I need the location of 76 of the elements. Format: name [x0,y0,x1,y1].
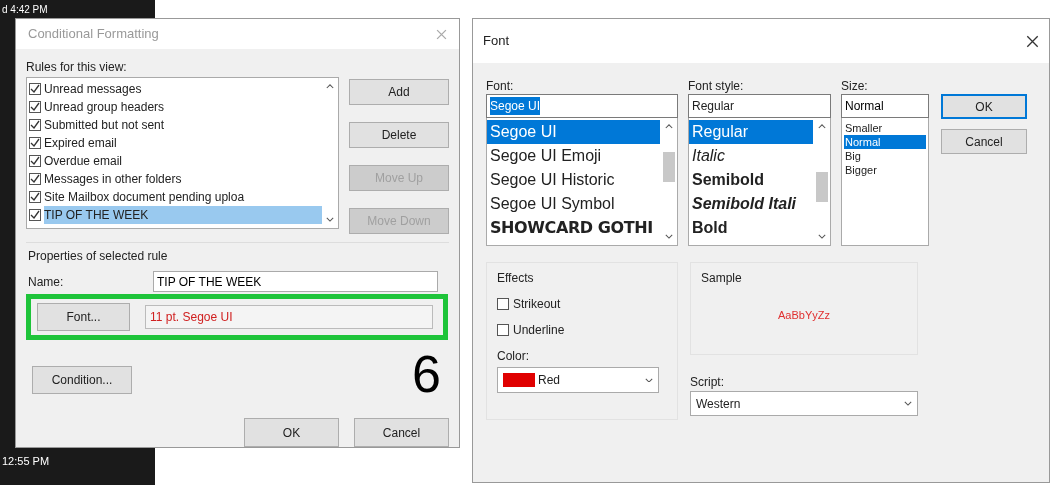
dialog-button[interactable]: Condition... [32,366,132,394]
section-label: Properties of selected rule [27,248,169,265]
effect-checkbox[interactable] [497,298,509,310]
rule-checkbox[interactable] [29,137,41,149]
text-field[interactable]: Regular [688,94,831,118]
list-item[interactable]: Smaller [844,121,926,135]
rule-item[interactable]: Unread group headers [29,98,322,116]
dialog-button[interactable]: Cancel [941,129,1027,154]
list-item[interactable]: Semibold [689,168,813,192]
rule-checkbox[interactable] [29,119,41,131]
text-field[interactable]: Segoe UI [486,94,678,118]
checkbox-label: Underline [513,322,565,339]
name-field[interactable]: TIP OF THE WEEK [153,271,438,292]
effect-checkbox[interactable] [497,324,509,336]
rule-item[interactable]: Site Mailbox document pending uploa [29,188,322,206]
list-item[interactable]: SHOWCARD GOTHI [487,216,660,240]
dialog-button[interactable]: OK [244,418,339,447]
field-label: Name: [27,273,65,291]
list-item[interactable]: Semibold Itali [689,192,813,216]
scroll-up-icon[interactable] [664,124,673,129]
field-label: Script: [690,374,725,391]
rule-checkbox[interactable] [29,101,41,113]
window-title: Font [483,32,509,51]
list-item[interactable]: Segoe UI Symbol [487,192,660,216]
scroll-down-icon[interactable] [326,217,334,222]
dialog-button[interactable]: OK [941,94,1027,119]
group-label: Effects [497,270,535,287]
list-item[interactable]: Regular [689,120,813,144]
scroll-up-icon[interactable] [817,124,826,129]
section-label: Rules for this view: [26,59,128,75]
script-dropdown[interactable]: Western [690,391,918,416]
field-label: Font: [486,79,515,94]
timestamp: 12:55 PM [2,454,50,469]
scroll-up-icon[interactable] [326,84,334,89]
dropdown-caret-icon[interactable] [904,401,912,406]
rule-item[interactable]: Overdue email [29,152,322,170]
window-title: Conditional Formatting [28,25,159,44]
scroll-thumb[interactable] [662,151,675,182]
text-field[interactable]: Normal [841,94,929,118]
field-label: Font style: [688,79,745,94]
rule-checkbox[interactable] [29,191,41,203]
rule-checkbox[interactable] [29,209,41,221]
scroll-down-icon[interactable] [664,234,673,239]
dialog-button[interactable]: Delete [349,122,449,148]
list-item[interactable]: Big [844,149,926,163]
font-preview-field: 11 pt. Segoe UI [145,305,433,329]
list-item[interactable]: Bigger [844,163,926,177]
rule-checkbox[interactable] [29,155,41,167]
close-icon[interactable] [1026,34,1039,48]
color-swatch [503,373,535,387]
step-number: 6 [412,348,441,400]
rule-item[interactable]: Expired email [29,134,322,152]
dialog-button[interactable]: Cancel [354,418,449,447]
scroll-thumb[interactable] [815,171,828,202]
rule-item[interactable]: Unread messages [29,80,322,98]
group-label: Sample [701,270,743,287]
color-dropdown[interactable]: Red [497,367,659,393]
sample-text: AaBbYyZz [778,308,830,323]
list-item[interactable]: Segoe UI Historic [487,168,660,192]
timestamp: d 4:42 PM [2,3,48,17]
field-label: Size: [841,79,869,94]
dropdown-caret-icon[interactable] [645,377,653,383]
dialog-button[interactable]: Add [349,79,449,105]
field-label: Color: [497,348,530,365]
list-item[interactable]: Normal [844,135,926,149]
scroll-down-icon[interactable] [817,234,826,239]
list-item[interactable]: Italic [689,144,813,168]
checkbox-label: Strikeout [513,296,561,313]
list-item[interactable]: Bold [689,216,813,240]
list-item[interactable]: Segoe UI [487,120,660,144]
dialog-button[interactable]: Font... [37,303,130,331]
rule-item[interactable]: Submitted but not sent [29,116,322,134]
rule-checkbox[interactable] [29,83,41,95]
rule-checkbox[interactable] [29,173,41,185]
list-item[interactable]: Segoe UI Emoji [487,144,660,168]
rule-item[interactable]: Messages in other folders [29,170,322,188]
